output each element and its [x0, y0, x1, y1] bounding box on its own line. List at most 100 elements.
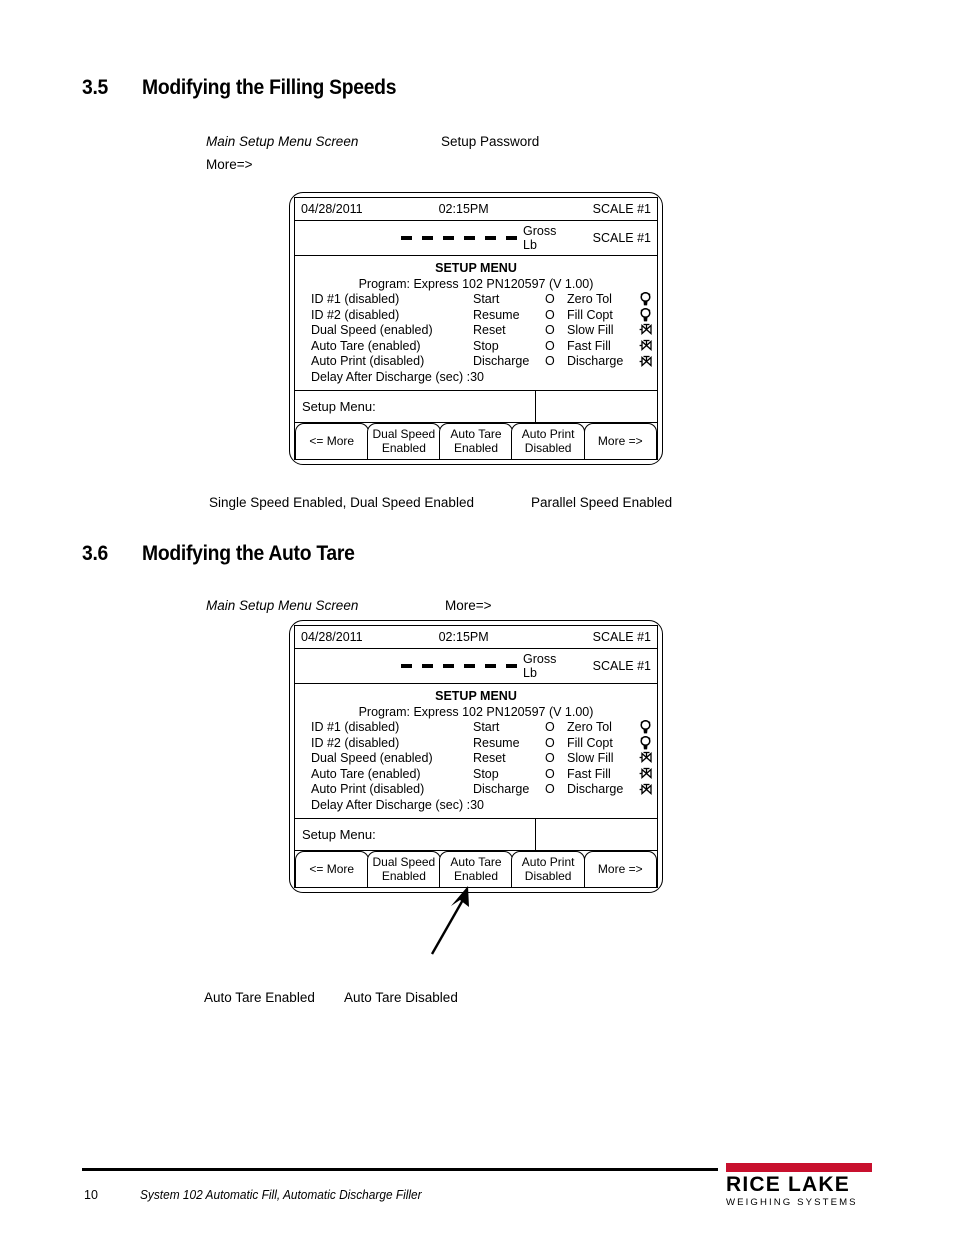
- logo-wordmark: RICE LAKE: [726, 1173, 850, 1196]
- weight-dash: [422, 236, 433, 240]
- softkey-prev-more[interactable]: <= More: [295, 422, 369, 459]
- section-3-6-caption-a: Auto Tare Enabled: [204, 990, 315, 1005]
- display-weight-area: Gross Lb: [295, 221, 569, 255]
- softkey-dual-speed[interactable]: Dual Speed Enabled: [367, 422, 441, 459]
- weight-dashes: [401, 236, 517, 240]
- menu-row-io: Zero Tol: [567, 292, 612, 306]
- menu-row-io: Discharge: [567, 354, 624, 369]
- weight-dash: [464, 236, 475, 240]
- menu-row-state: O: [545, 782, 555, 797]
- light-bulb-icon: [639, 307, 659, 324]
- setup-menu-title: SETUP MENU: [435, 689, 517, 703]
- display-prompt-row[interactable]: Setup Menu:: [295, 818, 657, 851]
- valve-icon: [639, 354, 659, 370]
- menu-row-label: ID #2 (disabled): [311, 735, 400, 750]
- footer-divider: [82, 1168, 718, 1171]
- setup-menu-program-line: Program: Express 102 PN120597 (V 1.00): [358, 705, 594, 719]
- section-title-3-5: Modifying the Filling Speeds: [142, 76, 397, 99]
- footer-manual-title: System 102 Automatic Fill, Automatic Dis…: [140, 1188, 422, 1202]
- weight-dash: [485, 664, 496, 668]
- menu-row-state: O: [545, 323, 555, 338]
- light-bulb-icon: [639, 292, 659, 308]
- menu-row-command: Discharge: [473, 354, 530, 369]
- logo-tagline: WEIGHING SYSTEMS: [726, 1197, 858, 1208]
- softkey-line1: Auto Print: [521, 855, 575, 870]
- softkey-auto-tare[interactable]: Auto Tare Enabled: [439, 422, 513, 459]
- section-3-5-intro-line2: More=>: [206, 157, 253, 172]
- softkey-next-more[interactable]: More =>: [583, 850, 658, 887]
- section-3-6-caption-b: Auto Tare Disabled: [344, 990, 458, 1005]
- menu-row-io: Fill Copt: [567, 735, 613, 750]
- softkey-line1: Dual Speed: [372, 855, 436, 870]
- display-setup-menu: SETUP MENU Program: Express 102 PN120597…: [295, 684, 657, 819]
- display-scale-top: SCALE #1: [592, 202, 651, 216]
- valve-icon: [639, 782, 659, 798]
- softkey-prev-more[interactable]: <= More: [295, 850, 369, 887]
- terminal-display-panel-1: 04/28/2011 02:15PM SCALE #1 Gross Lb SCA…: [289, 192, 663, 465]
- menu-row-command: Start: [473, 720, 500, 734]
- display-scale-top: SCALE #1: [592, 630, 651, 644]
- display-inner-frame: 04/28/2011 02:15PM SCALE #1 Gross Lb SCA…: [294, 625, 658, 888]
- softkey-auto-print[interactable]: Auto Print Disabled: [511, 422, 585, 459]
- display-prompt-row[interactable]: Setup Menu:: [295, 390, 657, 423]
- weight-dash: [506, 664, 517, 668]
- softkey-line1: Auto Print: [521, 427, 575, 442]
- display-weight-area: Gross Lb: [295, 649, 569, 683]
- menu-row-command: Resume: [473, 307, 520, 322]
- softkey-auto-tare[interactable]: Auto Tare Enabled: [439, 850, 513, 887]
- valve-icon: [639, 339, 659, 355]
- softkey-line2: Enabled: [381, 869, 426, 884]
- section-number-3-5: 3.5: [82, 76, 109, 99]
- menu-row-command: Reset: [473, 323, 506, 338]
- section-3-6-intro-line1-a: Main Setup Menu Screen: [206, 598, 359, 613]
- menu-row-state: O: [545, 766, 555, 781]
- menu-row-command: Stop: [473, 338, 499, 353]
- softkey-line2: Disabled: [524, 869, 572, 884]
- weight-mode-unit: Gross Lb: [523, 652, 565, 680]
- display-scale-weight: SCALE #1: [592, 231, 651, 245]
- softkey-line1: Dual Speed: [372, 427, 436, 442]
- setup-menu-grid: ID #1 (disabled) Start O Zero Tol ID #2 …: [295, 292, 657, 370]
- section-number-3-6: 3.6: [82, 542, 109, 565]
- softkey-line1: More =>: [597, 434, 643, 449]
- valve-icon: [639, 767, 659, 783]
- softkey-auto-print[interactable]: Auto Print Disabled: [511, 850, 585, 887]
- section-title-3-6: Modifying the Auto Tare: [142, 542, 355, 565]
- softkey-dual-speed[interactable]: Dual Speed Enabled: [367, 850, 441, 887]
- setup-menu-title: SETUP MENU: [435, 261, 517, 275]
- softkey-line1: <= More: [309, 434, 355, 449]
- weight-dash: [422, 664, 433, 668]
- display-scale-weight: SCALE #1: [592, 659, 651, 673]
- page-number: 10: [84, 1188, 98, 1202]
- display-weight-row: Gross Lb SCALE #1: [295, 221, 657, 256]
- display-status-bar: 04/28/2011 02:15PM SCALE #1: [295, 626, 657, 649]
- light-bulb-icon: [639, 735, 659, 752]
- softkey-next-more[interactable]: More =>: [583, 422, 658, 459]
- menu-row-io: Zero Tol: [567, 720, 612, 734]
- setup-menu-delay-line: Delay After Discharge (sec) :30: [311, 797, 484, 812]
- section-3-6-intro-line1-b: More=>: [445, 598, 492, 613]
- menu-row-io: Slow Fill: [567, 751, 614, 766]
- softkey-line1: Auto Tare: [450, 855, 502, 870]
- menu-row-io: Discharge: [567, 782, 624, 797]
- setup-menu-program-line: Program: Express 102 PN120597 (V 1.00): [358, 277, 594, 291]
- weight-dash: [443, 236, 454, 240]
- menu-row-label: Auto Tare (enabled): [311, 766, 421, 781]
- menu-row-label: Dual Speed (enabled): [311, 323, 433, 338]
- display-softkey-row: <= More Dual Speed Enabled Auto Tare Ena…: [295, 850, 658, 887]
- menu-row-state: O: [545, 354, 555, 369]
- softkey-line2: Enabled: [453, 869, 499, 884]
- menu-row-state: O: [545, 720, 555, 734]
- menu-row-command: Start: [473, 292, 500, 306]
- weight-mode-unit: Gross Lb: [523, 224, 565, 252]
- menu-row-io: Slow Fill: [567, 323, 614, 338]
- menu-row-label: Auto Tare (enabled): [311, 338, 421, 353]
- menu-row-io: Fill Copt: [567, 307, 613, 322]
- menu-row-io: Fast Fill: [567, 338, 611, 353]
- section-heading-3-6: 3.6 Modifying the Auto Tare: [82, 542, 373, 566]
- rice-lake-logo: RICE LAKE WEIGHING SYSTEMS: [726, 1163, 872, 1208]
- softkey-line1: <= More: [309, 862, 355, 877]
- softkey-line2: Disabled: [524, 441, 572, 456]
- logo-accent-bar: [726, 1163, 872, 1172]
- weight-unit: Lb: [523, 666, 537, 680]
